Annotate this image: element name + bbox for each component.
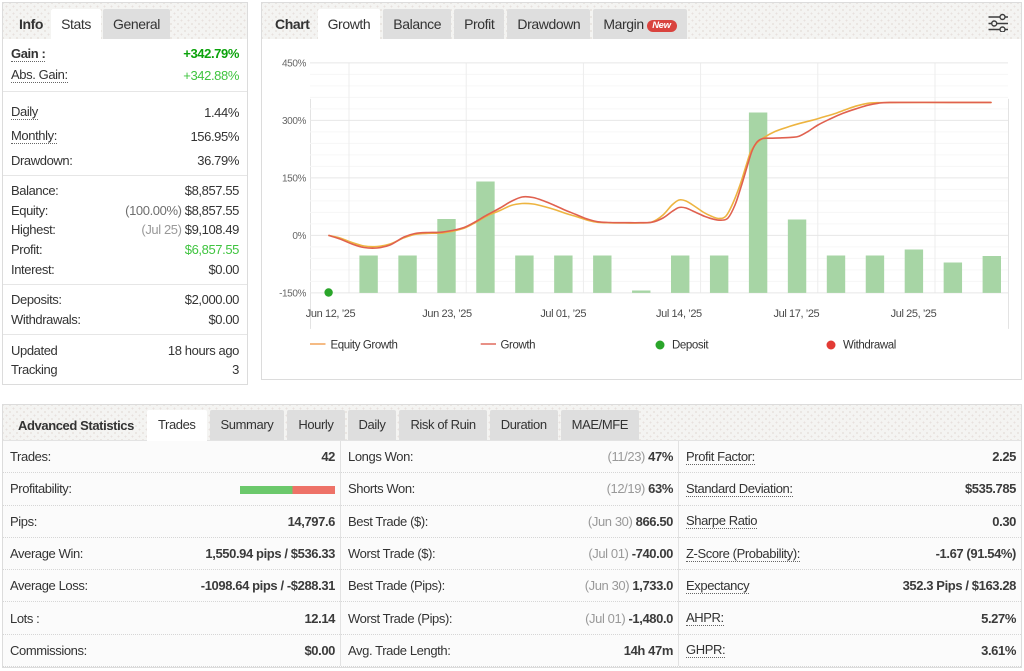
svg-text:0%: 0% bbox=[292, 231, 306, 242]
svg-text:450%: 450% bbox=[282, 58, 306, 69]
svg-text:Jul 14, ’25: Jul 14, ’25 bbox=[656, 308, 702, 320]
svg-text:Withdrawal: Withdrawal bbox=[843, 340, 896, 352]
svg-text:Jul 01, ’25: Jul 01, ’25 bbox=[540, 308, 586, 320]
svg-text:Jun 23, ’25: Jun 23, ’25 bbox=[422, 308, 472, 320]
svg-text:150%: 150% bbox=[282, 173, 306, 184]
svg-text:Jul 25, ’25: Jul 25, ’25 bbox=[891, 308, 937, 320]
svg-text:300%: 300% bbox=[282, 116, 306, 127]
svg-text:Jun 12, ’25: Jun 12, ’25 bbox=[306, 308, 356, 320]
svg-text:Growth: Growth bbox=[501, 340, 536, 352]
svg-text:Jul 17, ’25: Jul 17, ’25 bbox=[774, 308, 820, 320]
svg-text:Deposit: Deposit bbox=[672, 340, 709, 352]
svg-text:-150%: -150% bbox=[279, 288, 306, 299]
svg-text:Equity Growth: Equity Growth bbox=[331, 340, 398, 352]
